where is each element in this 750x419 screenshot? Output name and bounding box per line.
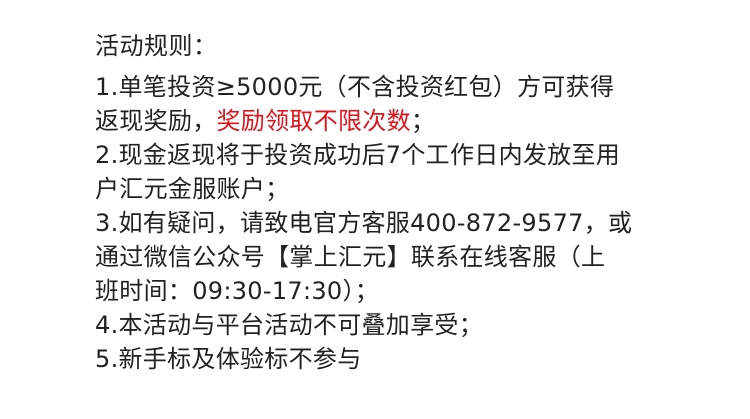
rule-3-line-3: 班时间：09:30-17:30）；: [95, 277, 380, 305]
rule-3: 3.如有疑问，请致电官方客服400-872-9577，或 通过微信公众号【掌上汇…: [95, 206, 715, 308]
reward-unlimited-highlight: 奖励领取不限次数: [216, 107, 411, 135]
rule-1: 1.单笔投资≥5000元（不含投资红包）方可获得 返现奖励，奖励领取不限次数；: [95, 70, 715, 138]
rule-1-line-2-suffix: ；: [410, 107, 436, 135]
rule-4-line-1: 4.本活动与平台活动不可叠加享受；: [95, 311, 483, 339]
rule-3-line-1: 3.如有疑问，请致电官方客服400-872-9577，或: [95, 209, 633, 237]
rule-2-line-1: 2.现金返现将于投资成功后7个工作日内发放至用: [95, 141, 621, 169]
rule-2: 2.现金返现将于投资成功后7个工作日内发放至用 户汇元金服账户；: [95, 138, 715, 206]
rules-title: 活动规则：: [95, 32, 218, 60]
rule-5: 5.新手标及体验标不参与: [95, 342, 715, 376]
rule-3-line-2: 通过微信公众号【掌上汇元】联系在线客服（上: [95, 243, 606, 271]
rule-4: 4.本活动与平台活动不可叠加享受；: [95, 308, 715, 342]
activity-rules: 活动规则： 1.单笔投资≥5000元（不含投资红包）方可获得 返现奖励，奖励领取…: [95, 30, 715, 376]
rule-2-line-2: 户汇元金服账户；: [95, 175, 290, 203]
rule-1-line-1: 1.单笔投资≥5000元（不含投资红包）方可获得: [95, 73, 615, 101]
rule-5-line-1: 5.新手标及体验标不参与: [95, 345, 362, 373]
rule-1-line-2-prefix: 返现奖励，: [95, 107, 217, 135]
